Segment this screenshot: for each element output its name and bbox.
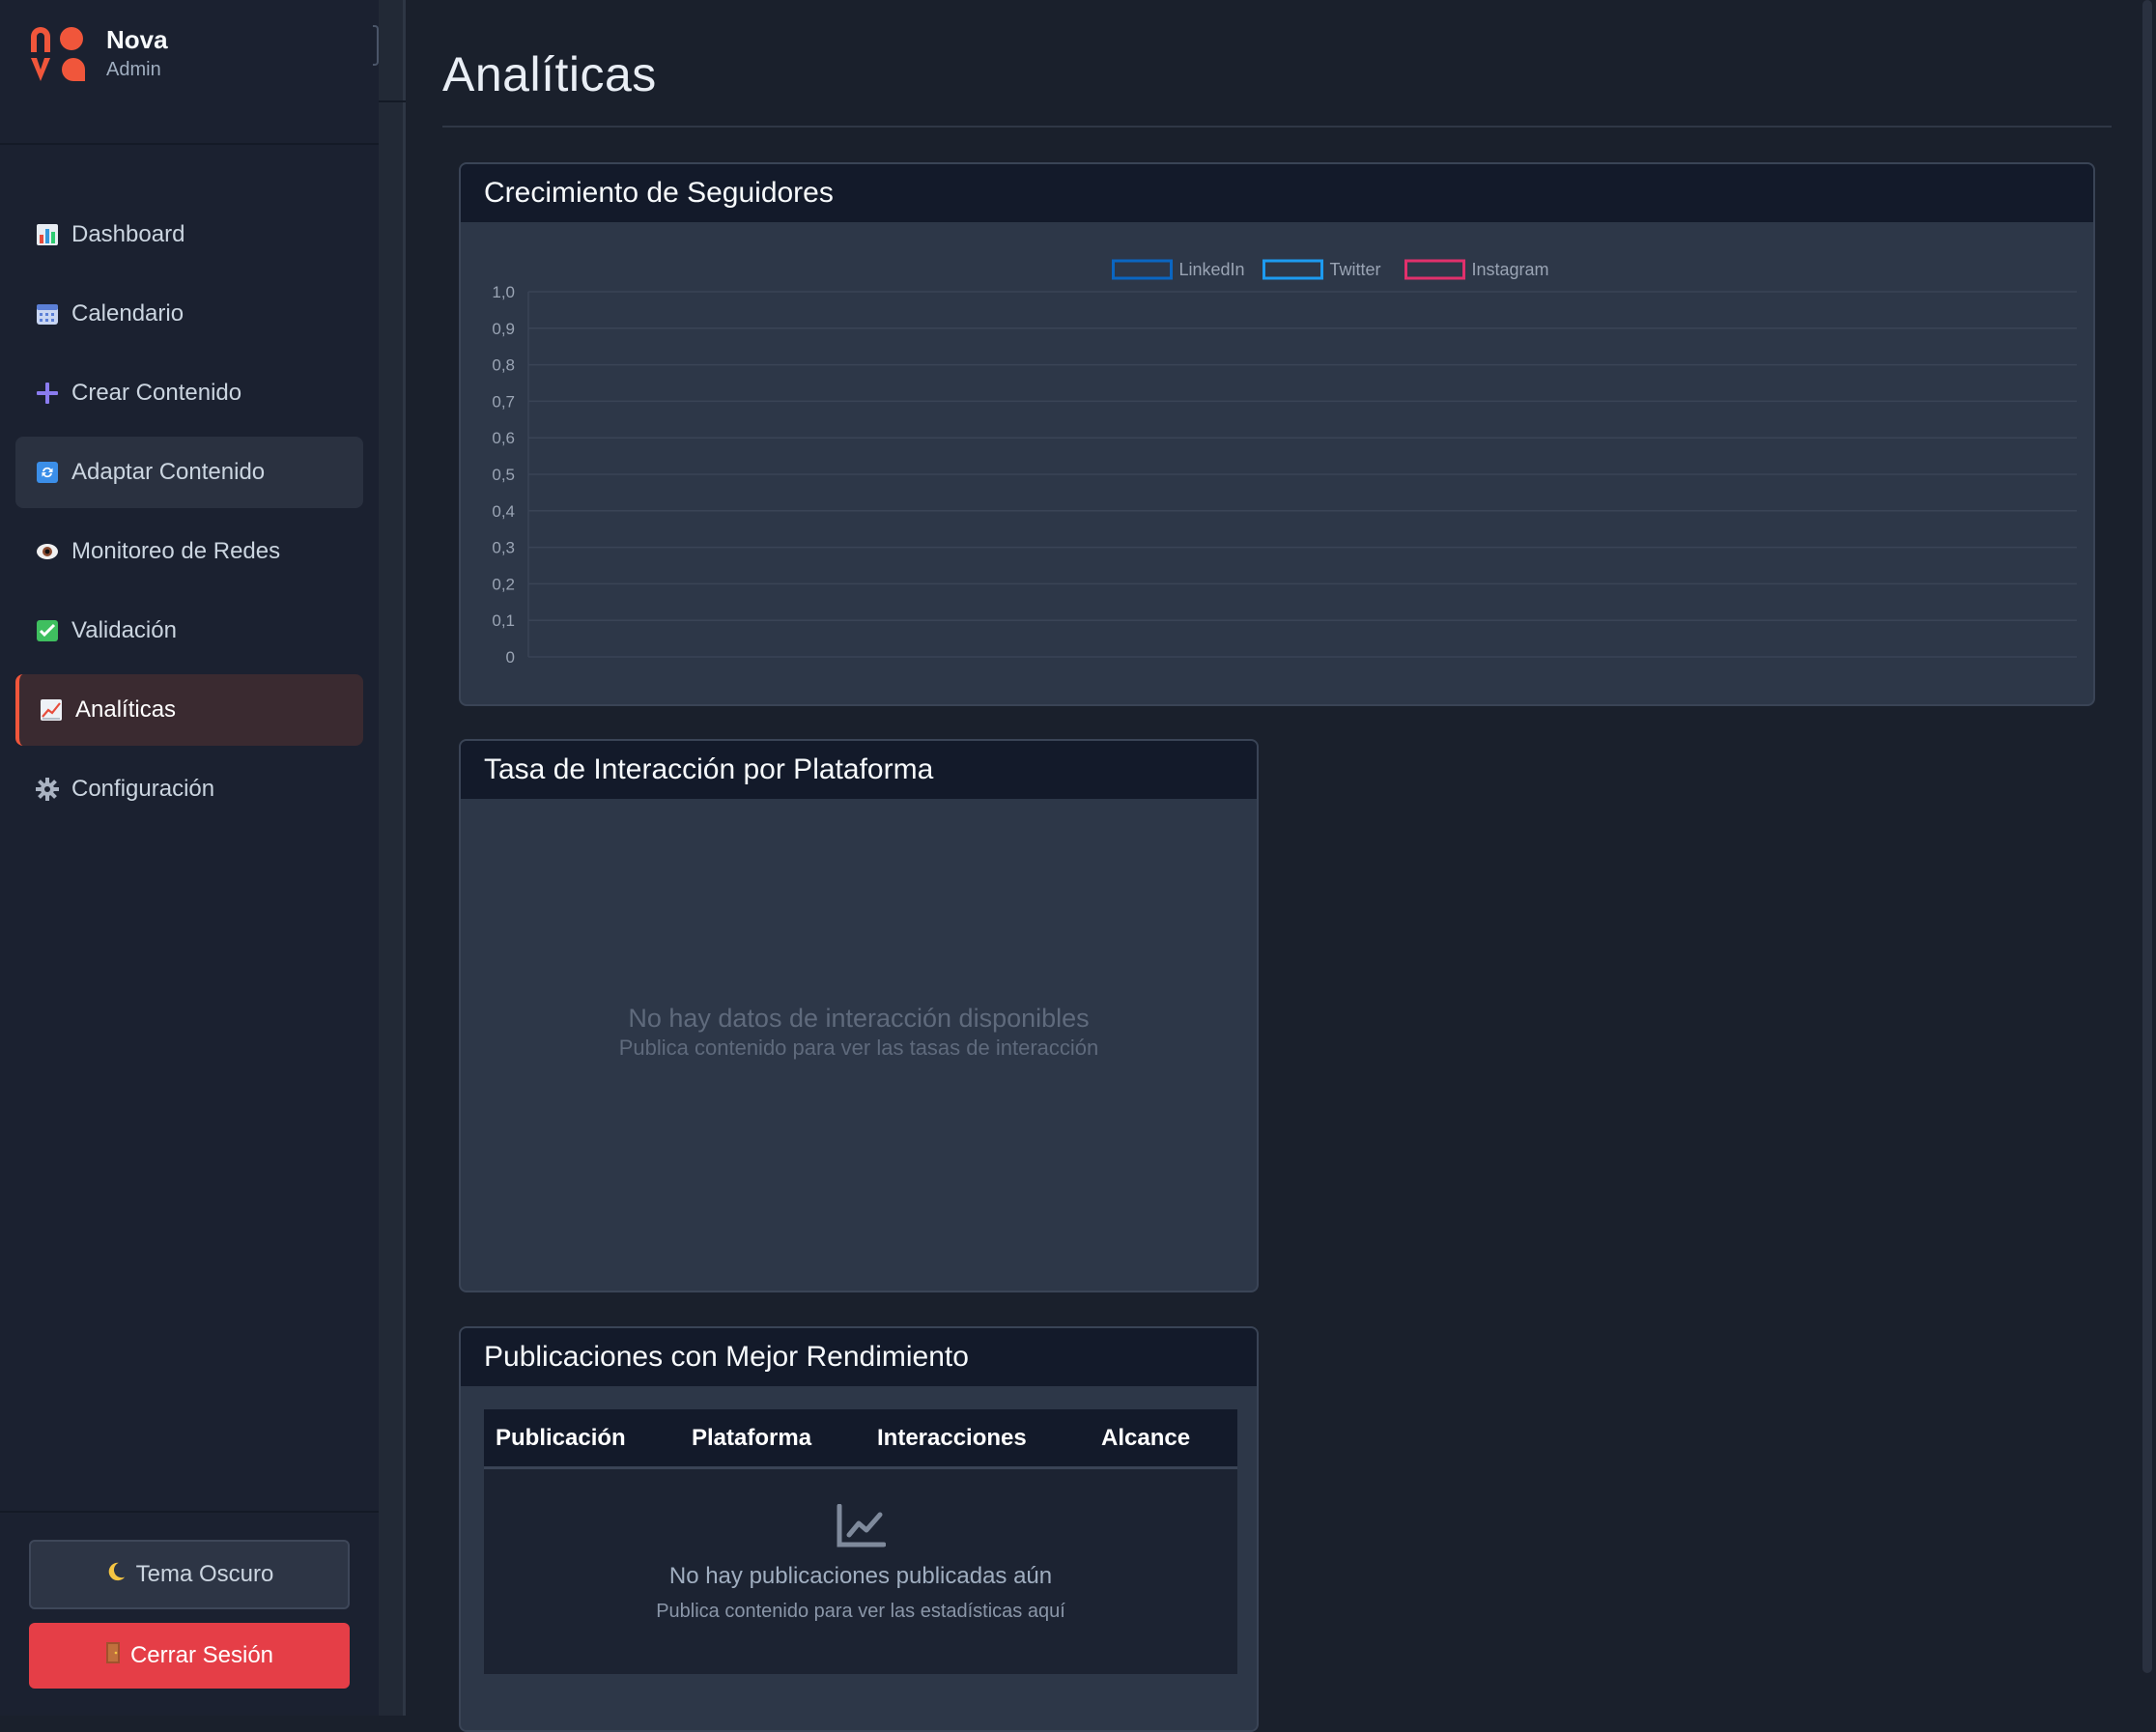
column-header-plataforma[interactable]: Plataforma [680,1425,865,1452]
table-header: Publicación Plataforma Interacciones Alc… [484,1409,1237,1469]
brand: Nova Admin [0,0,379,145]
y-tick-label: 0,3 [492,539,515,557]
column-header-interacciones[interactable]: Interacciones [865,1425,1090,1452]
logout-button[interactable]: Cerrar Sesión [29,1623,350,1689]
sidebar: Nova Admin Dashboard Calendario Crear Co… [0,0,379,1716]
check-icon [35,618,60,643]
y-tick-label: 0,5 [492,466,515,484]
y-tick-label: 0,7 [492,392,515,411]
scrollbar-thumb[interactable] [2142,0,2152,1673]
card-title: Crecimiento de Seguidores [461,164,2093,222]
moon-icon [105,1561,127,1588]
sidebar-item-label: Validación [71,617,177,643]
plus-icon [35,381,60,406]
y-tick-label: 0,6 [492,429,515,447]
gear-icon [35,777,60,802]
sidebar-footer: Tema Oscuro Cerrar Sesión [0,1511,379,1716]
sidebar-item-label: Crear Contenido [71,380,242,406]
sidebar-item-dashboard[interactable]: Dashboard [15,199,363,270]
top-posts-card: Publicaciones con Mejor Rendimiento Publ… [459,1326,1259,1732]
followers-growth-card: Crecimiento de Seguidores 0 0,1 0,2 0,3 0,4 0… [459,162,2095,706]
sidebar-item-calendario[interactable]: Calendario [15,278,363,350]
page-title: Analíticas [442,47,657,101]
door-icon [105,1641,121,1670]
sidebar-item-label: Monitoreo de Redes [71,538,281,564]
y-tick-label: 0,2 [492,575,515,593]
column-header-alcance[interactable]: Alcance [1090,1425,1234,1452]
empty-state-title: No hay publicaciones publicadas aún [668,1563,1053,1589]
sidebar-item-analiticas[interactable]: Analíticas [15,674,363,746]
refresh-icon [35,460,60,485]
sidebar-item-label: Dashboard [71,221,185,247]
y-tick-label: 0 [506,648,515,667]
card-title: Tasa de Interacción por Plataforma [461,741,1257,799]
bar-chart-icon [35,222,60,247]
legend-swatch-instagram [1404,259,1465,280]
sidebar-item-label: Adaptar Contenido [71,459,266,485]
sidebar-item-label: Configuración [71,776,215,802]
column-header-publicacion[interactable]: Publicación [484,1425,680,1452]
y-tick-label: 0,9 [492,320,515,338]
sidebar-gutter [379,0,406,1716]
empty-state-subtitle: Publica contenido para ver las tasas de … [618,1036,1099,1060]
sidebar-item-label: Analíticas [75,696,177,723]
y-tick-label: 0,1 [492,611,515,630]
legend-swatch-twitter [1262,259,1323,280]
y-tick-label: 0,4 [492,502,515,521]
divider [379,100,406,102]
top-posts-table: Publicación Plataforma Interacciones Alc… [484,1409,1237,1674]
legend-label-twitter: Twitter [1330,260,1381,279]
main-content: Analíticas Crecimiento de Seguidores 0 0,… [409,0,2138,1732]
table-empty-state: No hay publicaciones publicadas aún Publ… [484,1469,1237,1630]
sidebar-item-monitoreo-de-redes[interactable]: Monitoreo de Redes [15,516,363,587]
brand-name: Nova [106,25,168,54]
theme-toggle-label: Tema Oscuro [135,1561,274,1587]
calendar-icon [35,301,60,327]
sidebar-item-configuracion[interactable]: Configuración [15,753,363,825]
sidebar-item-crear-contenido[interactable]: Crear Contenido [15,357,363,429]
sidebar-item-validacion[interactable]: Validación [15,595,363,667]
legend-label-instagram: Instagram [1472,260,1549,279]
brand-role: Admin [106,59,161,80]
y-tick-label: 1,0 [492,283,515,301]
card-title: Publicaciones con Mejor Rendimiento [461,1328,1257,1386]
trend-chart-icon [39,697,64,723]
sidebar-collapse-handle[interactable] [373,25,379,66]
title-divider [442,126,2112,128]
legend-swatch-linkedin [1112,259,1173,280]
interaction-rate-card: Tasa de Interacción por Plataforma No ha… [459,739,1259,1292]
empty-state-title: No hay datos de interacción disponibles [628,1004,1090,1033]
followers-growth-chart: 0 0,1 0,2 0,3 0,4 0,5 0,6 0,7 0,8 0,9 1,0 LinkedIn T… [492,259,2077,667]
sidebar-nav: Dashboard Calendario Crear Contenido Ada… [0,145,379,1511]
empty-state-subtitle: Publica contenido para ver las estadísti… [656,1601,1065,1622]
logout-label: Cerrar Sesión [129,1642,274,1668]
sidebar-item-label: Calendario [71,300,184,327]
theme-toggle-button[interactable]: Tema Oscuro [29,1540,350,1609]
sidebar-item-adaptar-contenido[interactable]: Adaptar Contenido [15,437,363,508]
line-chart-icon [837,1504,886,1547]
nova-logo [31,27,85,81]
legend-label-linkedin: LinkedIn [1179,260,1245,279]
y-tick-label: 0,8 [492,356,515,375]
page-scrollbar[interactable] [2138,0,2156,1716]
eye-icon [35,539,60,564]
empty-state: No hay datos de interacción disponibles … [461,1002,1257,1062]
